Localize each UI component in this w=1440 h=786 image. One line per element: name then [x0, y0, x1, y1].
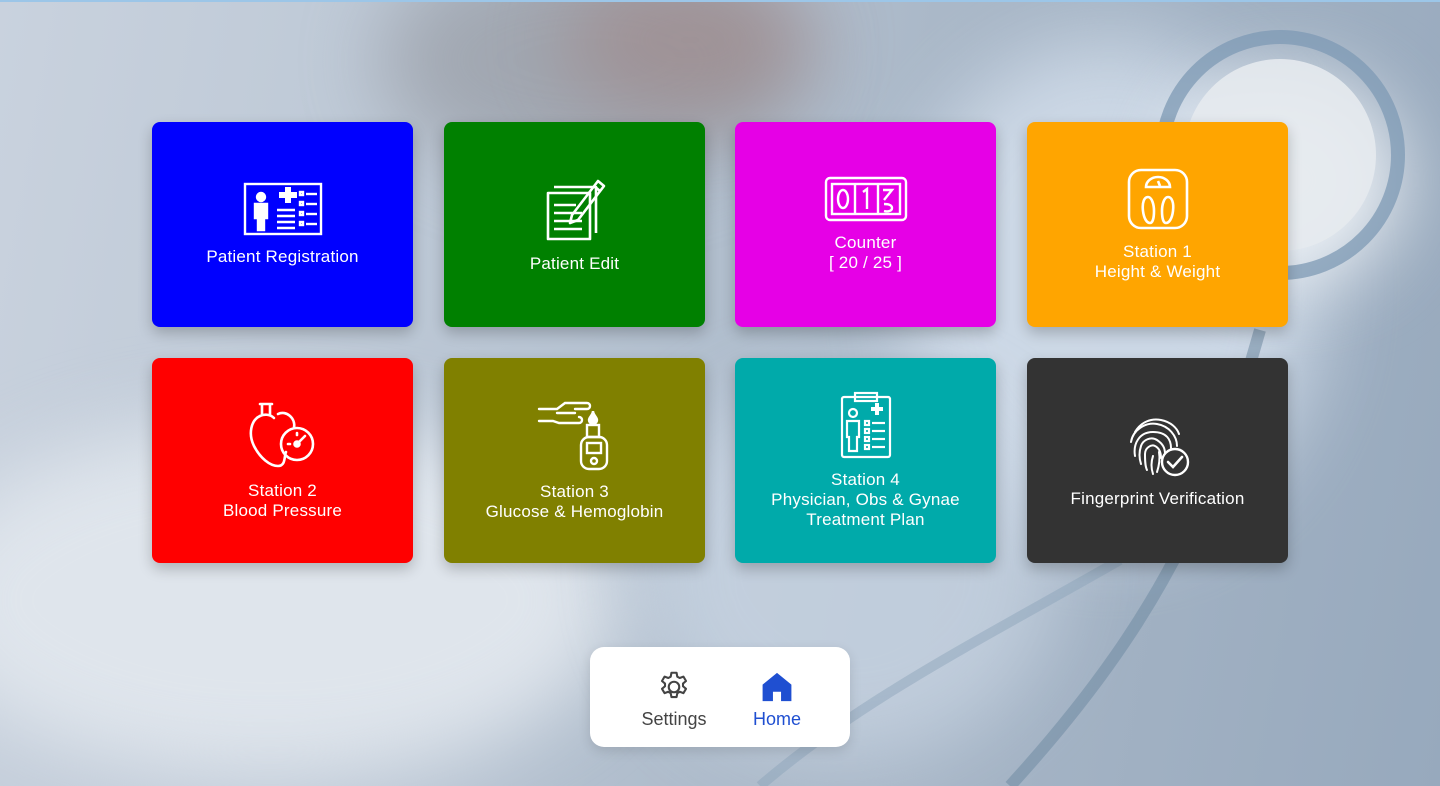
station-tile[interactable]: Patient Registration — [152, 122, 413, 327]
station-tile[interactable]: Station 3 Glucose & Hemoglobin — [444, 358, 705, 563]
station-tile-label: Station 3 Glucose & Hemoglobin — [486, 482, 664, 522]
heart-gauge-icon — [248, 400, 318, 475]
station-tile-label: Station 2 Blood Pressure — [223, 481, 342, 521]
station-tile-label-line: Station 3 — [540, 482, 609, 501]
station-tile-label-line: Height & Weight — [1094, 262, 1221, 281]
station-tile-label: Station 1 Height & Weight — [1095, 242, 1221, 282]
station-tile[interactable]: Patient Edit — [444, 122, 705, 327]
station-tile-label-line: Station 4 — [831, 470, 900, 489]
station-tile-label-line: Patient Registration — [206, 247, 359, 266]
fingerprint-check-icon — [1125, 412, 1191, 483]
station-tile[interactable]: Station 4 Physician, Obs & Gynae Treatment… — [735, 358, 996, 563]
gear-icon — [660, 671, 688, 699]
station-tile-label-line: Treatment Plan — [806, 510, 925, 529]
patient-card-icon — [243, 182, 323, 241]
station-tile-label-line: Fingerprint Verification — [1070, 489, 1245, 508]
station-tile-label: Counter[ 20 / 25 ] — [829, 233, 902, 273]
bottom-nav: Settings Home — [590, 647, 850, 747]
station-tile[interactable]: Station 1 Height & Weight — [1027, 122, 1288, 327]
weighing-scale-icon — [1126, 167, 1190, 236]
nav-settings-label: Settings — [641, 709, 707, 729]
nav-home[interactable]: Home — [732, 669, 822, 730]
station-tile-label-line: Patient Edit — [529, 254, 620, 273]
station-tile-label-line: Station 2 — [248, 481, 317, 500]
station-tile-label: Patient Edit — [530, 254, 619, 274]
station-tile-label-line: Station 1 — [1123, 242, 1192, 261]
station-tile[interactable]: Station 2 Blood Pressure — [152, 358, 413, 563]
top-border — [0, 0, 1440, 2]
home-icon — [762, 672, 792, 702]
nav-home-label: Home — [752, 709, 801, 729]
station-tile-label: Fingerprint Verification — [1071, 489, 1245, 509]
glucometer-icon — [537, 399, 613, 476]
clipboard-doctor-icon — [839, 391, 893, 464]
station-tile[interactable]: Counter[ 20 / 25 ] — [735, 122, 996, 327]
station-tile-label-line: Glucose & Hemoglobin — [485, 502, 664, 521]
station-tile-label: Patient Registration — [206, 247, 358, 267]
nav-settings[interactable]: Settings — [629, 669, 719, 730]
station-tile[interactable]: Fingerprint Verification — [1027, 358, 1288, 563]
station-tile-label: Station 4 Physician, Obs & Gynae Treatment… — [771, 470, 960, 530]
station-tile-label-line: [ 20 / 25 ] — [828, 253, 903, 272]
station-tile-label-line: Physician, Obs & Gynae — [771, 490, 960, 509]
home-screen: Patient Registration Patient Edit Counte… — [0, 0, 1440, 786]
counter-icon — [824, 176, 908, 227]
station-tile-label-line: Blood Pressure — [222, 501, 343, 520]
edit-form-icon — [542, 175, 608, 248]
station-tile-label-line: Counter — [834, 233, 897, 252]
